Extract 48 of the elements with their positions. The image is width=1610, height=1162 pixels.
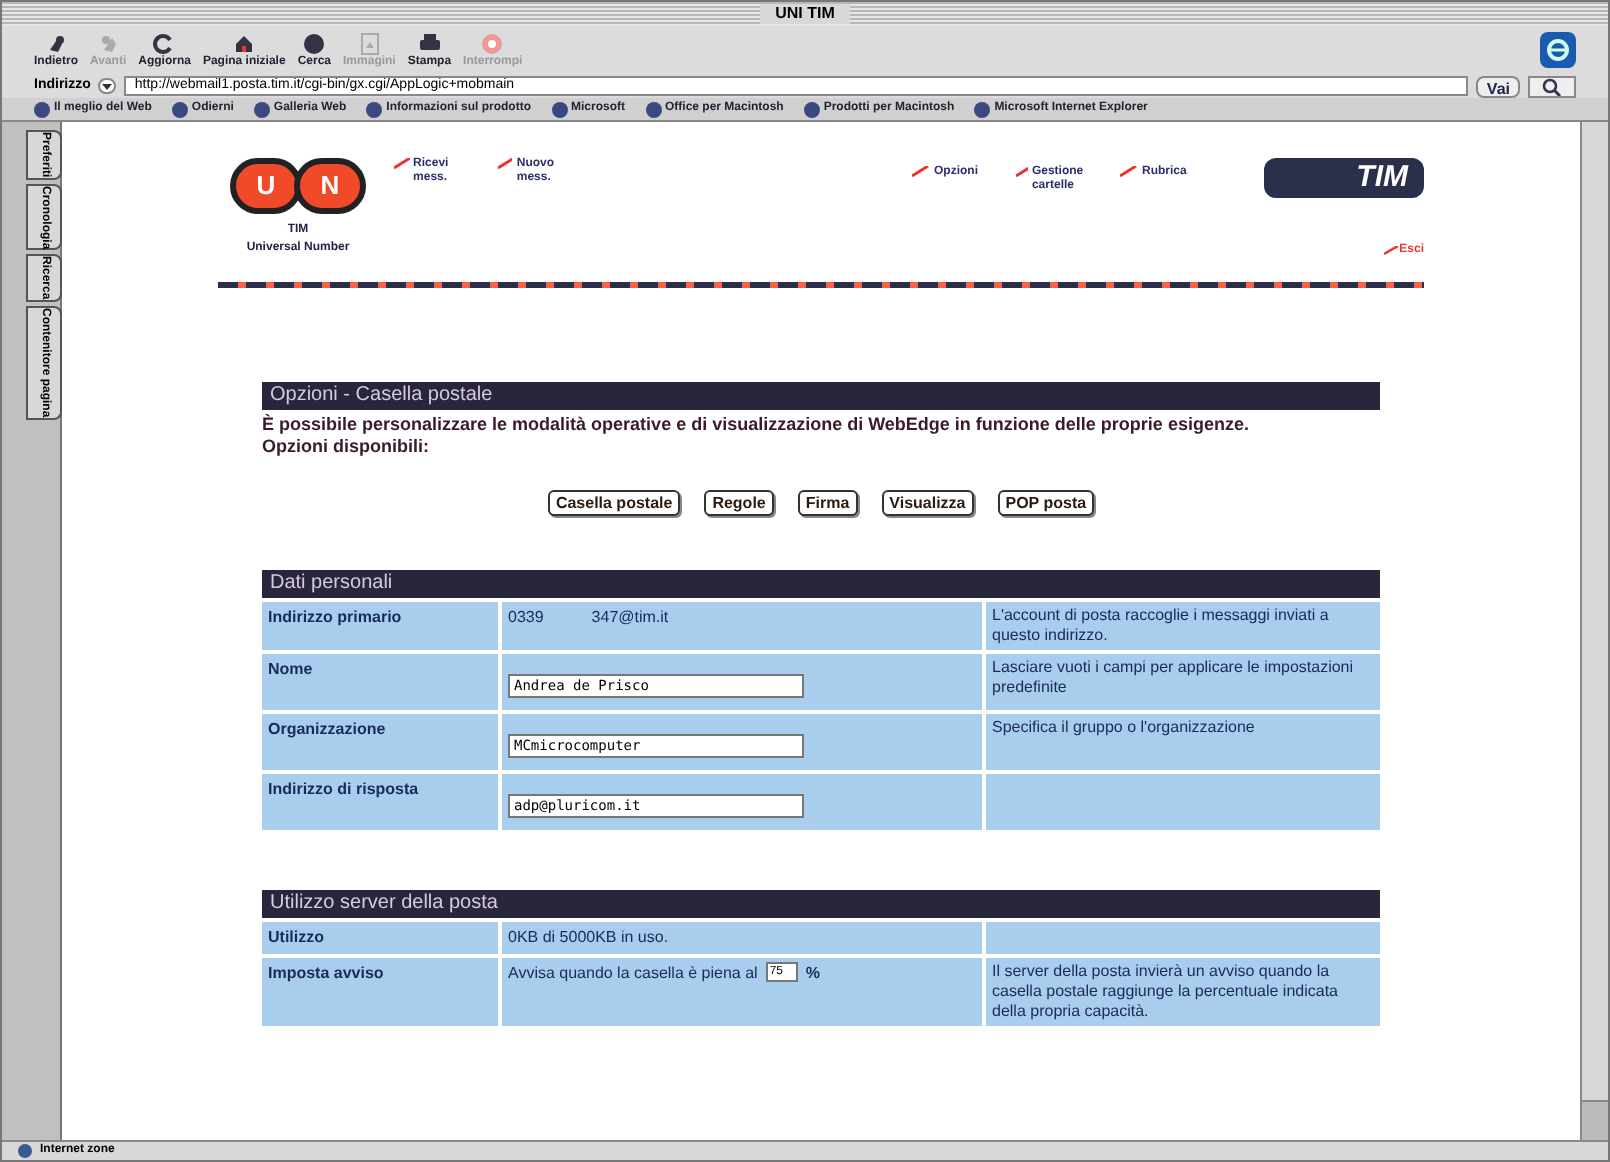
section-header: Dati personali [262,570,1380,598]
option-button[interactable]: Regole [704,490,774,516]
go-button[interactable]: Vai [1476,75,1520,97]
table-cell: Specifica il gruppo o l'organizzazione [986,714,1380,770]
section-header: Opzioni - Casella postale [262,382,1380,410]
stop-icon [480,31,505,55]
table-cell-text: 0339 [508,606,544,630]
table-cell: L'account di posta raccoglie i messaggi inviati a questo indirizzo. [986,602,1380,650]
home-icon [232,31,257,55]
globe-icon [551,101,567,117]
tim-logo: TIM [1264,158,1424,198]
table-cell-text: 347@tim.it [591,606,669,630]
globe-icon [974,101,991,117]
scrollbar[interactable] [1580,122,1608,1140]
table-cell: Lasciare vuoti i campi per applicare le impostazioni predefinite [986,654,1380,710]
globe-icon [366,101,383,117]
search-icon[interactable] [1528,75,1576,97]
browser-logo-icon [1540,32,1576,68]
globe-icon [803,101,820,117]
table-cell: Il server della posta invierà un avviso quando la casella postale raggiunge la percentuale indicata della propria capacità. [986,958,1380,1026]
option-button[interactable]: Visualizza [881,490,974,516]
picture-icon [357,31,382,55]
printer-icon [417,31,442,55]
table-cell: Indirizzo di risposta [262,774,498,830]
section-header: Utilizzo server della posta [262,890,1380,918]
option-button[interactable]: Casella postale [547,490,681,516]
globe-icon [171,101,188,117]
table-cell-text: Avvisa quando la casella è piena al [508,962,758,986]
table-cell: Indirizzo primario [262,602,498,650]
globe-icon [645,101,661,117]
window-title: UNI TIM [759,4,851,24]
table-cell: 0KB di 5000KB in uso. [502,922,982,954]
table-cell: Imposta avviso [262,958,498,1026]
table-cell: Utilizzo [262,922,498,954]
un-logo: U N [230,158,366,214]
globe-icon [302,31,327,55]
refresh-icon [152,31,177,55]
option-button[interactable]: Firma [797,490,858,516]
intro-text: È possibile personalizzare le modalità operative e di visualizzazione di WebEdge in funzione delle proprie esigenze. [262,414,1251,436]
table-cell: Organizzazione [262,714,498,770]
table-cell: Nome [262,654,498,710]
globe-icon [18,1144,32,1158]
dropdown-icon[interactable] [98,78,117,94]
options-label: Opzioni disponibili: [262,436,431,458]
unit-label: % [805,962,820,986]
option-button[interactable]: POP posta [997,490,1095,516]
globe-icon [34,101,50,117]
globe-icon [253,101,270,117]
